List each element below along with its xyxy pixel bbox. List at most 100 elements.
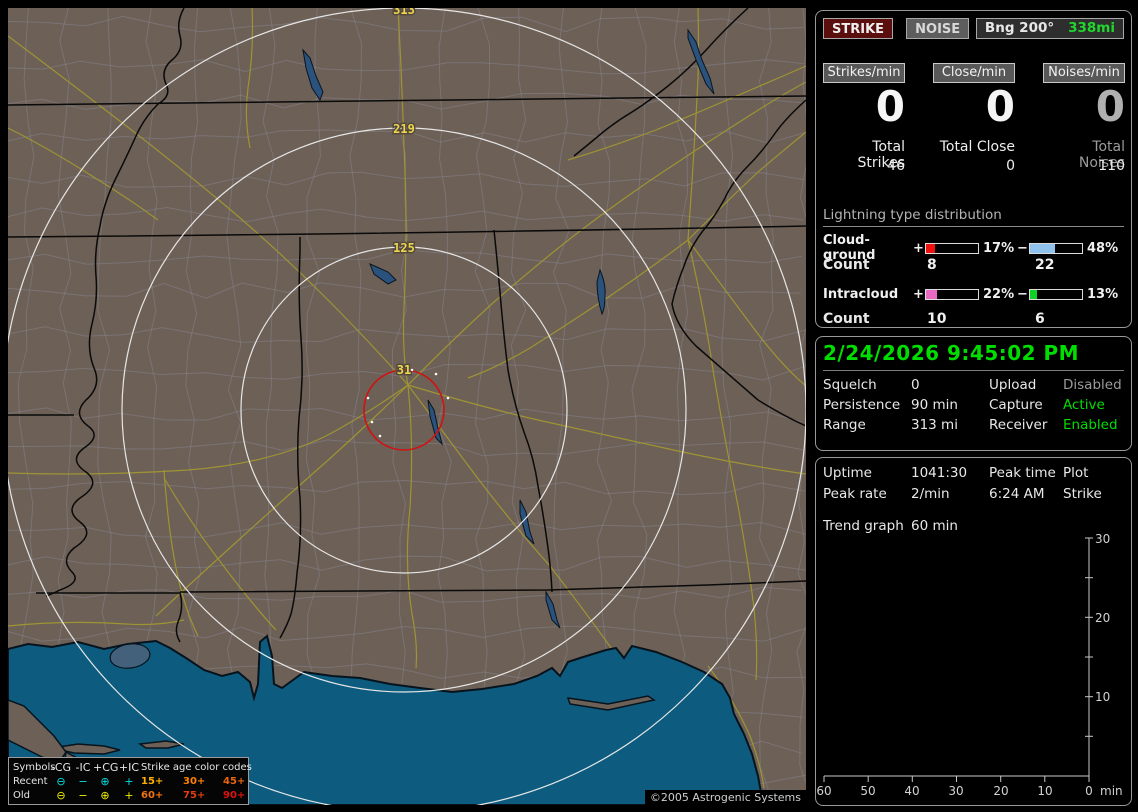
x-axis-ticks bbox=[823, 776, 1090, 782]
old-pos-cg-icon: ⊕ bbox=[100, 788, 110, 802]
count-label: Count bbox=[823, 311, 870, 327]
capture-status: Active bbox=[1063, 397, 1105, 413]
count-label: Count bbox=[823, 257, 870, 273]
symbol-legend: Symbols -CG -IC +CG +IC Strike age color… bbox=[8, 757, 252, 805]
total-close-value: 0 bbox=[1006, 158, 1015, 174]
legend-col-neg-ic: -IC bbox=[75, 760, 91, 774]
cg-positive-pct: 17% bbox=[983, 240, 1015, 256]
peak-time-value: 6:24 AM bbox=[989, 486, 1045, 502]
trend-chart: 30 20 10 60 50 40 30 20 10 0 min bbox=[816, 532, 1122, 798]
uptime-label: Uptime bbox=[823, 465, 872, 481]
old-neg-ic-icon: − bbox=[78, 788, 88, 802]
trend-stats-grid: Uptime 1041:30 Peak time Plot Peak rate … bbox=[823, 465, 1128, 502]
age-60: 60+ bbox=[141, 789, 164, 801]
ic-positive-pct: 22% bbox=[983, 287, 1015, 302]
strikes-per-min-value: 0 bbox=[875, 82, 905, 131]
map-canvas: 313 219 125 31 bbox=[8, 8, 806, 805]
noise-mode-button[interactable]: NOISE bbox=[906, 18, 970, 39]
age-90: 90+ bbox=[223, 789, 246, 801]
cg-negative-count: 22 bbox=[1035, 257, 1055, 273]
peak-rate-label: Peak rate bbox=[823, 486, 887, 502]
total-noises-value: 110 bbox=[1098, 158, 1125, 174]
persistence-label: Persistence bbox=[823, 397, 901, 413]
cg-negative-bar-fill bbox=[1030, 243, 1055, 253]
close-per-min-value: 0 bbox=[985, 82, 1015, 131]
minus-sign: − bbox=[1017, 240, 1028, 256]
datetime-display: 2/24/2026 9:45:02 PM bbox=[823, 341, 1124, 371]
copyright-text: ©2005 Astrogenic Systems bbox=[644, 790, 806, 805]
intracloud-count-row: Count 10 6 bbox=[823, 311, 1124, 327]
age-30: 30+ bbox=[183, 775, 206, 787]
legend-recent-label: Recent bbox=[13, 775, 48, 787]
total-strikes-value: 46 bbox=[887, 158, 905, 174]
distribution-title: Lightning type distribution bbox=[823, 207, 1124, 227]
cg-positive-bar bbox=[925, 242, 979, 254]
total-values: 46 0 110 bbox=[816, 158, 1131, 174]
receiver-label: Receiver bbox=[989, 417, 1048, 433]
rate-counter-labels: Strikes/min Close/min Noises/min bbox=[816, 63, 1131, 83]
rate-counter-values: 0 0 0 bbox=[816, 82, 1131, 131]
system-info-grid: Squelch 0 Upload Disabled Persistence 90… bbox=[823, 377, 1128, 433]
ic-negative-bar-fill bbox=[1030, 290, 1037, 299]
uptime-value: 1041:30 bbox=[911, 465, 968, 481]
ic-positive-bar bbox=[925, 289, 979, 300]
cloud-ground-count-row: Count 8 22 bbox=[823, 257, 1124, 273]
x-tick-60: 60 bbox=[816, 784, 831, 798]
plot-value: Strike bbox=[1063, 486, 1102, 502]
old-pos-ic-icon: + bbox=[124, 788, 134, 802]
plot-label: Plot bbox=[1063, 465, 1089, 481]
recent-pos-ic-icon: + bbox=[124, 774, 134, 788]
range-value: 313 mi bbox=[911, 417, 958, 433]
bearing-distance: 338mi bbox=[1068, 20, 1115, 36]
squelch-label: Squelch bbox=[823, 377, 877, 393]
ic-positive-count: 10 bbox=[927, 311, 947, 327]
capture-label: Capture bbox=[989, 397, 1043, 413]
ring-label-219: 219 bbox=[393, 122, 415, 136]
ic-negative-bar bbox=[1029, 289, 1083, 300]
legend-old-label: Old bbox=[13, 789, 30, 801]
plus-sign: + bbox=[913, 240, 924, 256]
mode-button-row: STRIKE NOISE Bng 200° 338mi bbox=[823, 18, 1124, 39]
age-15: 15+ bbox=[141, 775, 164, 787]
ring-label-125: 125 bbox=[393, 241, 415, 255]
upload-label: Upload bbox=[989, 377, 1037, 393]
noises-per-min-button[interactable]: Noises/min bbox=[1043, 63, 1125, 83]
recent-neg-cg-icon: ⊖ bbox=[56, 774, 66, 788]
x-tick-40: 40 bbox=[904, 784, 919, 798]
ic-positive-bar-fill bbox=[926, 290, 938, 299]
strikes-per-min-button[interactable]: Strikes/min bbox=[823, 63, 905, 83]
legend-old-row: Old ⊖ − ⊕ + 60+ 75+ 90+ bbox=[13, 788, 248, 802]
legend-age-header: Strike age color codes bbox=[141, 761, 252, 773]
y-tick-20: 20 bbox=[1095, 611, 1110, 625]
ring-label-31: 31 bbox=[397, 363, 411, 377]
ic-negative-pct: 13% bbox=[1087, 287, 1119, 302]
old-neg-cg-icon: ⊖ bbox=[56, 788, 66, 802]
x-tick-10: 10 bbox=[1037, 784, 1052, 798]
intracloud-label: Intracloud bbox=[823, 287, 899, 302]
lightning-map[interactable]: 313 219 125 31 Symbols -CG -IC +CG +IC S… bbox=[8, 8, 806, 805]
close-per-min-button[interactable]: Close/min bbox=[933, 63, 1015, 83]
x-tick-30: 30 bbox=[948, 784, 963, 798]
strike-mode-button[interactable]: STRIKE bbox=[823, 18, 894, 39]
strike-counter-panel: STRIKE NOISE Bng 200° 338mi Strikes/min … bbox=[815, 10, 1132, 328]
bearing-readout: Bng 200° 338mi bbox=[975, 18, 1124, 39]
range-label: Range bbox=[823, 417, 866, 433]
legend-col-pos-cg: +CG bbox=[93, 760, 119, 774]
recent-pos-cg-icon: ⊕ bbox=[100, 774, 110, 788]
cg-negative-pct: 48% bbox=[1087, 240, 1119, 256]
receiver-status: Enabled bbox=[1063, 417, 1118, 433]
cg-negative-bar bbox=[1029, 242, 1083, 254]
age-75: 75+ bbox=[183, 789, 206, 801]
peak-time-label: Peak time bbox=[989, 465, 1056, 481]
y-tick-30: 30 bbox=[1095, 532, 1110, 546]
upload-status: Disabled bbox=[1063, 377, 1122, 393]
legend-col-pos-ic: +IC bbox=[118, 760, 140, 774]
plus-sign: + bbox=[913, 287, 924, 302]
system-info-panel: 2/24/2026 9:45:02 PM Squelch 0 Upload Di… bbox=[815, 336, 1132, 451]
ring-label-313: 313 bbox=[393, 8, 415, 17]
minus-sign: − bbox=[1017, 287, 1028, 302]
cg-positive-bar-fill bbox=[926, 243, 935, 253]
legend-header-row: Symbols -CG -IC +CG +IC Strike age color… bbox=[13, 760, 252, 774]
legend-recent-row: Recent ⊖ − ⊕ + 15+ 30+ 45+ bbox=[13, 774, 248, 788]
peak-rate-value: 2/min bbox=[911, 486, 950, 502]
